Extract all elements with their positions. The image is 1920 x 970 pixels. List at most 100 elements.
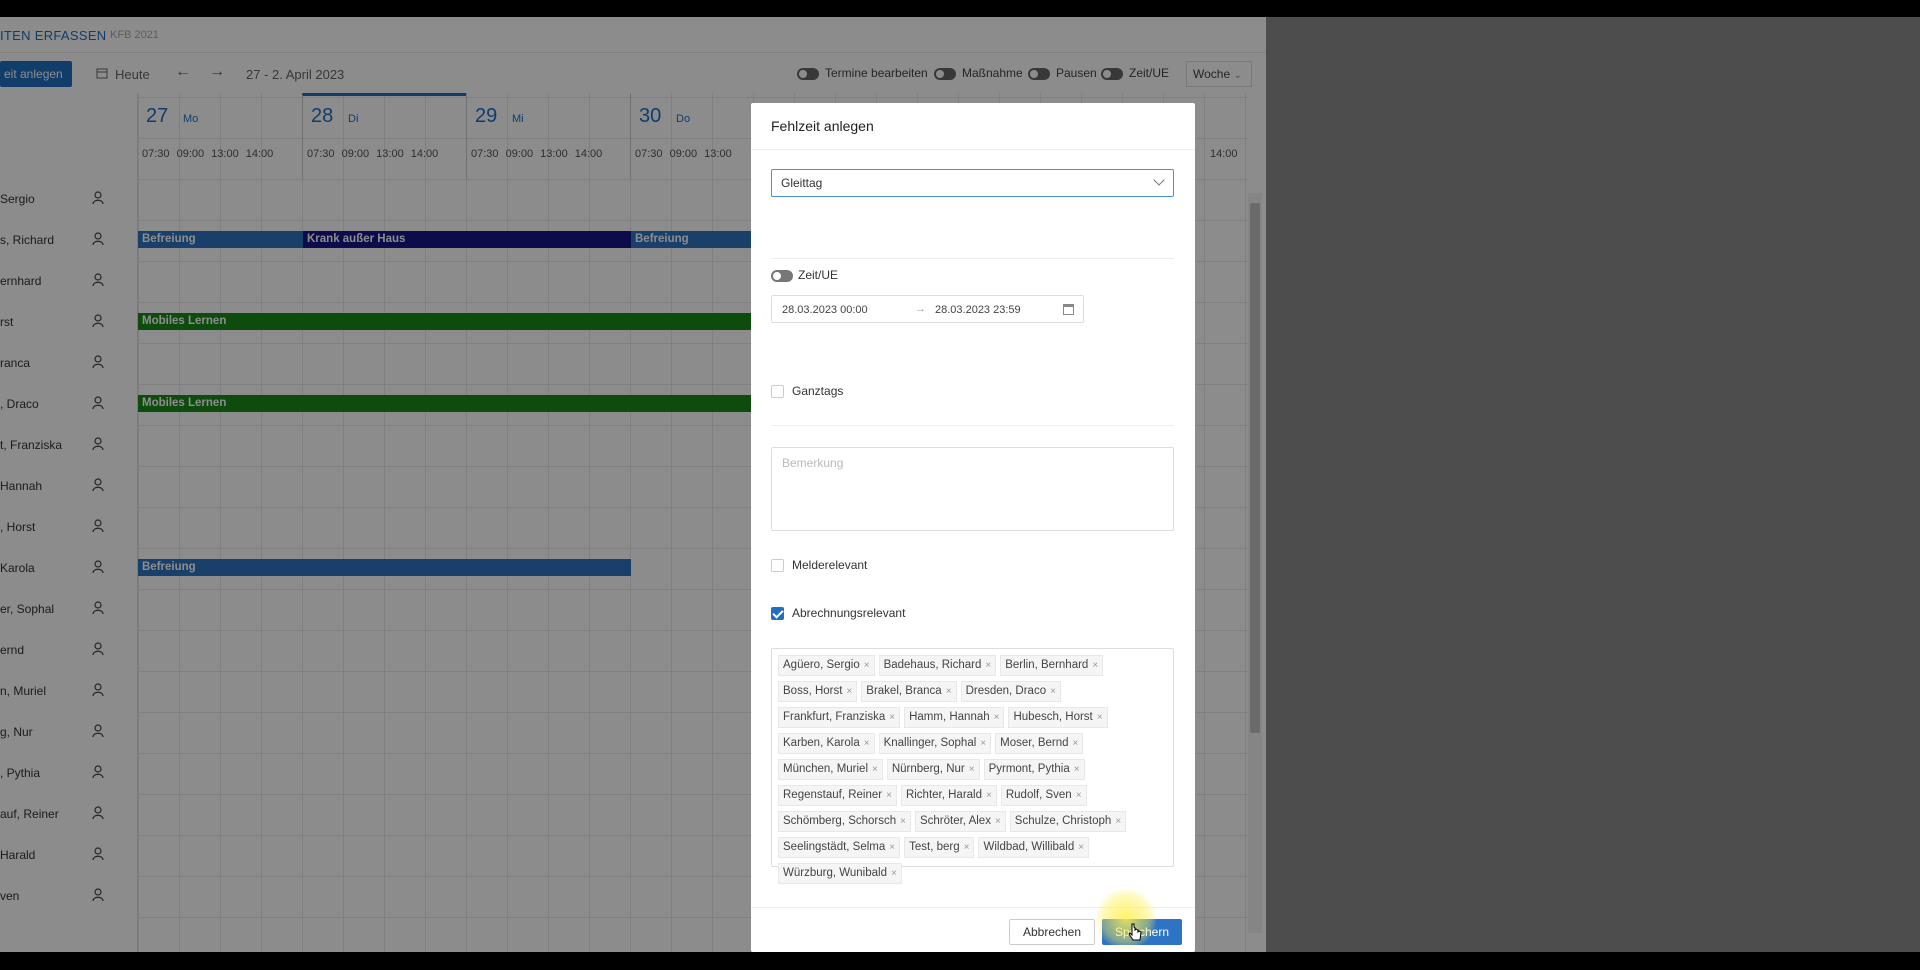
remove-tag-icon[interactable]: × — [889, 842, 895, 853]
person-tag: Wildbad, Willibald × — [978, 837, 1090, 858]
calendar-icon — [1063, 304, 1074, 315]
remove-tag-icon[interactable]: × — [1074, 764, 1080, 775]
person-tag: Richter, Harald × — [900, 785, 997, 806]
melderelevant-checkbox[interactable] — [771, 559, 784, 572]
arrow-right-icon: → — [915, 303, 926, 315]
abrechnungsrelevant-label: Abrechnungsrelevant — [792, 606, 906, 620]
melderelevant-label: Melderelevant — [792, 558, 868, 572]
person-tag-label: Berlin, Bernhard — [1005, 659, 1089, 671]
person-tag: Rudolf, Sven × — [1000, 785, 1087, 806]
person-tag-label: München, Muriel — [783, 763, 869, 775]
person-tag: München, Muriel × — [778, 759, 883, 780]
date-start[interactable]: 28.03.2023 00:00 — [782, 304, 868, 316]
date-range-picker[interactable]: 28.03.2023 00:00 → 28.03.2023 23:59 — [771, 295, 1084, 323]
person-tag: Würzburg, Wunibald × — [778, 863, 902, 884]
person-tag: Dresden, Draco × — [960, 681, 1061, 702]
remove-tag-icon[interactable]: × — [886, 790, 892, 801]
remove-tag-icon[interactable]: × — [969, 764, 975, 775]
person-tag-label: Schömberg, Schorsch — [783, 815, 897, 827]
person-tag: Boss, Horst × — [778, 681, 858, 702]
person-tag: Karben, Karola × — [778, 733, 875, 754]
remove-tag-icon[interactable]: × — [846, 686, 852, 697]
person-tag: Test, berg × — [904, 837, 975, 858]
person-tag: Hamm, Hannah × — [904, 707, 1005, 728]
person-tag-label: Regenstauf, Reiner — [783, 789, 883, 801]
absence-type-value: Gleittag — [781, 176, 823, 190]
person-tag: Schröter, Alex × — [914, 811, 1006, 832]
abrechnungsrelevant-checkbox[interactable] — [771, 607, 784, 620]
person-tag: Agüero, Sergio × — [778, 655, 875, 676]
remove-tag-icon[interactable]: × — [889, 712, 895, 723]
person-tag-label: Hamm, Hannah — [909, 711, 990, 723]
person-tag-label: Frankfurt, Franziska — [783, 711, 886, 723]
person-tag-label: Nürnberg, Nur — [891, 763, 965, 775]
person-tag-label: Pyrmont, Pythia — [988, 763, 1070, 775]
remove-tag-icon[interactable]: × — [1050, 686, 1056, 697]
person-tag: Frankfurt, Franziska × — [778, 707, 901, 728]
absence-dialog: Fehlzeit anlegen Gleittag Zeit/UE 28.03.… — [751, 103, 1195, 952]
person-tag-label: Karben, Karola — [783, 737, 860, 749]
chevron-down-icon — [1153, 174, 1165, 186]
remove-tag-icon[interactable]: × — [872, 764, 878, 775]
person-tag: Knallinger, Sophal × — [878, 733, 992, 754]
remark-textarea[interactable]: Bemerkung — [771, 447, 1174, 531]
person-tag-label: Test, berg — [909, 841, 960, 853]
person-tag: Hubesch, Horst × — [1008, 707, 1108, 728]
person-tag: Moser, Bernd × — [995, 733, 1084, 754]
person-tag: Nürnberg, Nur × — [886, 759, 980, 780]
person-tag-label: Schröter, Alex — [919, 815, 991, 827]
person-tag: Pyrmont, Pythia × — [983, 759, 1085, 780]
cancel-button[interactable]: Abbrechen — [1009, 919, 1095, 945]
absence-type-select[interactable]: Gleittag — [771, 169, 1174, 197]
screen-frame: ITEN ERFASSEN KFB 2021 eit anlegen Heute… — [0, 0, 1920, 970]
remove-tag-icon[interactable]: × — [946, 686, 952, 697]
zeit-ue-toggle[interactable] — [771, 270, 793, 282]
person-tag-label: Knallinger, Sophal — [883, 737, 977, 749]
zeit-ue-label: Zeit/UE — [798, 268, 839, 282]
date-end[interactable]: 28.03.2023 23:59 — [935, 304, 1021, 316]
person-tag-label: Moser, Bernd — [1000, 737, 1069, 749]
remove-tag-icon[interactable]: × — [1092, 660, 1098, 671]
remove-tag-icon[interactable]: × — [986, 790, 992, 801]
person-tag-label: Seelingstädt, Selma — [783, 841, 886, 853]
person-tag-label: Würzburg, Wunibald — [783, 867, 887, 879]
remove-tag-icon[interactable]: × — [891, 868, 897, 879]
remove-tag-icon[interactable]: × — [1078, 842, 1084, 853]
remove-tag-icon[interactable]: × — [964, 842, 970, 853]
people-multiselect[interactable]: Agüero, Sergio × Badehaus, Richard × Berlin,… — [771, 648, 1174, 884]
remove-tag-icon[interactable]: × — [985, 660, 991, 671]
person-tag-label: Rudolf, Sven — [1005, 789, 1072, 801]
divider — [771, 425, 1174, 426]
person-tag: Seelingstädt, Selma × — [778, 837, 901, 858]
person-tag: Schulze, Christoph × — [1009, 811, 1127, 832]
person-tag-label: Badehaus, Richard — [883, 659, 982, 671]
person-tag-label: Brakel, Branca — [866, 685, 942, 697]
remove-tag-icon[interactable]: × — [1115, 816, 1121, 827]
person-tag: Regenstauf, Reiner × — [778, 785, 897, 806]
remove-tag-icon[interactable]: × — [995, 816, 1001, 827]
person-tag-label: Boss, Horst — [783, 685, 843, 697]
remove-tag-icon[interactable]: × — [980, 738, 986, 749]
remove-tag-icon[interactable]: × — [1073, 738, 1079, 749]
person-tag-label: Agüero, Sergio — [783, 659, 860, 671]
person-tag-label: Hubesch, Horst — [1013, 711, 1093, 723]
remove-tag-icon[interactable]: × — [1097, 712, 1103, 723]
person-tag: Schömberg, Schorsch × — [778, 811, 911, 832]
person-tag-label: Wildbad, Willibald — [983, 841, 1075, 853]
person-tag: Berlin, Bernhard × — [1000, 655, 1104, 676]
remove-tag-icon[interactable]: × — [864, 738, 870, 749]
ganztags-checkbox[interactable] — [771, 385, 784, 398]
remove-tag-icon[interactable]: × — [994, 712, 1000, 723]
person-tag: Badehaus, Richard × — [878, 655, 997, 676]
remove-tag-icon[interactable]: × — [900, 816, 906, 827]
ganztags-label: Ganztags — [792, 384, 844, 398]
person-tag-label: Schulze, Christoph — [1014, 815, 1112, 827]
remove-tag-icon[interactable]: × — [1076, 790, 1082, 801]
person-tag: Brakel, Branca × — [861, 681, 957, 702]
remove-tag-icon[interactable]: × — [864, 660, 870, 671]
person-tag-label: Richter, Harald — [905, 789, 982, 801]
person-tag-label: Dresden, Draco — [965, 685, 1047, 697]
screen: ITEN ERFASSEN KFB 2021 eit anlegen Heute… — [0, 17, 1920, 952]
dialog-header: Fehlzeit anlegen — [751, 103, 1195, 150]
divider — [771, 258, 1174, 259]
